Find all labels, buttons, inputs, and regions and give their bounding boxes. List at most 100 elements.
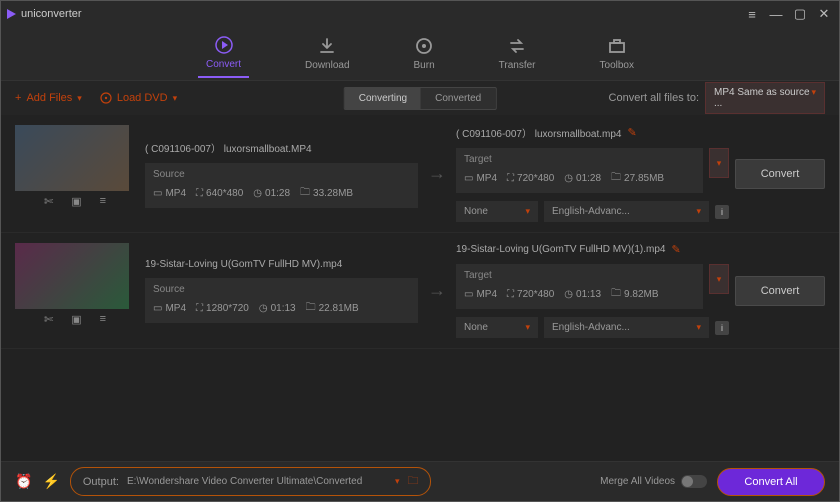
source-filename: 19-Sistar-Loving U(GomTV FullHD MV).mp4	[145, 259, 418, 270]
statusbar: ⏰ ⚡ Output: ▾ 🗀 Merge All Videos Convert…	[1, 461, 839, 501]
source-head: Source	[153, 284, 185, 295]
nav-download[interactable]: Download	[297, 30, 357, 77]
chevron-down-icon: ▾	[173, 93, 178, 104]
clock-icon[interactable]: ⏰	[15, 473, 32, 490]
nav-burn[interactable]: Burn	[406, 30, 443, 77]
nav-toolbox-label: Toolbox	[600, 60, 634, 71]
convert-button[interactable]: Convert	[735, 276, 825, 306]
arrow-right-icon: →	[424, 280, 450, 301]
load-dvd-button[interactable]: Load DVD ▾	[100, 92, 177, 104]
output-format-value: MP4 Same as source ...	[714, 87, 811, 109]
target-head: Target	[464, 270, 492, 281]
convert-all-button[interactable]: Convert All	[717, 468, 825, 496]
minimize-icon[interactable]: —	[767, 5, 785, 23]
chevron-down-icon: ▾	[525, 206, 530, 217]
format-icon: ▭ MP4	[464, 289, 497, 300]
folder-icon[interactable]: 🗀	[407, 472, 418, 491]
edit-icon[interactable]: ✎	[672, 243, 681, 256]
duration-icon: ◷ 01:13	[259, 303, 296, 314]
chevron-down-icon: ▾	[696, 322, 701, 333]
add-files-button[interactable]: + Add Files ▾	[15, 92, 82, 104]
disc-icon	[100, 92, 112, 104]
output-label: Output:	[83, 476, 119, 488]
transfer-icon	[507, 36, 527, 56]
arrow-right-icon: →	[424, 163, 450, 184]
format-icon: ▭ MP4	[153, 188, 186, 199]
convert-icon	[214, 35, 234, 55]
video-thumbnail[interactable]	[15, 125, 129, 191]
resolution-icon: ⛶ 1280*720	[196, 303, 249, 314]
toolbar: + Add Files ▾ Load DVD ▾ Converting Conv…	[1, 81, 839, 115]
info-icon[interactable]: i	[715, 321, 729, 335]
merge-label: Merge All Videos	[600, 476, 675, 487]
convert-button[interactable]: Convert	[735, 159, 825, 189]
size-icon: 🗀 27.85MB	[611, 170, 664, 187]
nav-toolbox[interactable]: Toolbox	[592, 30, 642, 77]
burn-icon	[414, 36, 434, 56]
nav-transfer-label: Transfer	[499, 60, 536, 71]
target-format-dropdown[interactable]: ▾	[709, 264, 729, 294]
chevron-down-icon: ▾	[717, 274, 722, 285]
tab-converting[interactable]: Converting	[345, 88, 421, 109]
info-icon[interactable]: i	[715, 205, 729, 219]
download-icon	[317, 36, 337, 56]
chevron-down-icon: ▾	[525, 322, 530, 333]
source-panel: Source ▭ MP4 ⛶ 640*480 ◷ 01:28 🗀 33.28MB	[145, 163, 418, 208]
audio-dropdown[interactable]: English-Advanc...▾	[544, 317, 709, 338]
resolution-icon: ⛶ 640*480	[196, 188, 243, 199]
source-filename: ( C091106-007） luxorsmallboat.MP4	[145, 140, 418, 155]
nav-convert[interactable]: Convert	[198, 29, 249, 78]
toolbox-icon	[607, 36, 627, 56]
trim-icon[interactable]: ✄	[44, 195, 53, 208]
file-row: ✄ ▣ ≡ 19-Sistar-Loving U(GomTV FullHD MV…	[1, 233, 839, 349]
gpu-icon[interactable]: ⚡	[42, 473, 59, 490]
video-thumbnail[interactable]	[15, 243, 129, 309]
tab-converted[interactable]: Converted	[421, 88, 495, 109]
main-nav: Convert Download Burn Transfer Toolbox	[1, 27, 839, 81]
output-format-dropdown[interactable]: MP4 Same as source ... ▾	[705, 82, 825, 114]
nav-download-label: Download	[305, 60, 349, 71]
target-head: Target	[464, 154, 492, 165]
menu-icon[interactable]: ≡	[743, 5, 761, 23]
add-files-label: Add Files	[26, 92, 72, 104]
target-panel: Target ▭ MP4 ⛶ 720*480 ◷ 01:13 🗀 9.82MB	[456, 264, 703, 309]
load-dvd-label: Load DVD	[117, 92, 168, 104]
subtitle-dropdown[interactable]: None▾	[456, 201, 538, 222]
crop-icon[interactable]: ▣	[71, 195, 81, 208]
plus-icon: +	[15, 92, 21, 104]
maximize-icon[interactable]: ▢	[791, 5, 809, 23]
chevron-down-icon: ▾	[717, 158, 722, 169]
subtitle-dropdown[interactable]: None▾	[456, 317, 538, 338]
format-icon: ▭ MP4	[153, 303, 186, 314]
file-row: ✄ ▣ ≡ ( C091106-007） luxorsmallboat.MP4 …	[1, 115, 839, 233]
status-segment: Converting Converted	[344, 87, 497, 110]
crop-icon[interactable]: ▣	[71, 313, 81, 326]
chevron-down-icon: ▾	[811, 87, 816, 109]
output-path-box: Output: ▾ 🗀	[70, 467, 432, 496]
resolution-icon: ⛶ 720*480	[507, 173, 554, 184]
audio-dropdown[interactable]: English-Advanc...▾	[544, 201, 709, 222]
nav-transfer[interactable]: Transfer	[491, 30, 544, 77]
output-path-input[interactable]	[127, 476, 387, 487]
resolution-icon: ⛶ 720*480	[507, 289, 554, 300]
app-logo: uniconverter	[7, 8, 82, 20]
nav-convert-label: Convert	[206, 59, 241, 70]
chevron-down-icon[interactable]: ▾	[395, 476, 400, 487]
merge-toggle[interactable]	[681, 475, 707, 488]
close-icon[interactable]: ✕	[815, 5, 833, 23]
nav-burn-label: Burn	[414, 60, 435, 71]
logo-icon	[7, 9, 16, 19]
effects-icon[interactable]: ≡	[100, 313, 106, 326]
target-filename: ( C091106-007） luxorsmallboat.mp4	[456, 125, 621, 140]
size-icon: 🗀 33.28MB	[300, 185, 353, 202]
size-icon: 🗀 9.82MB	[611, 286, 658, 303]
target-format-dropdown[interactable]: ▾	[709, 148, 729, 178]
convert-all-to-label: Convert all files to:	[609, 92, 699, 104]
chevron-down-icon: ▾	[77, 93, 82, 104]
duration-icon: ◷ 01:28	[564, 173, 601, 184]
file-list: ✄ ▣ ≡ ( C091106-007） luxorsmallboat.MP4 …	[1, 115, 839, 461]
size-icon: 🗀 22.81MB	[306, 300, 359, 317]
edit-icon[interactable]: ✎	[627, 126, 636, 139]
trim-icon[interactable]: ✄	[44, 313, 53, 326]
effects-icon[interactable]: ≡	[100, 195, 106, 208]
